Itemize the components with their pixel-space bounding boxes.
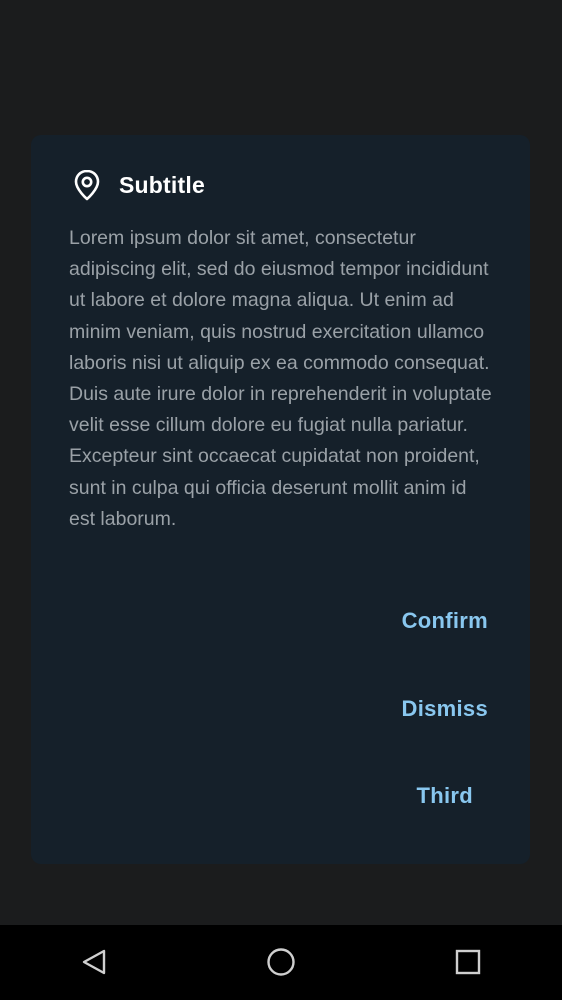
- third-button[interactable]: Third: [417, 783, 474, 809]
- location-pin-icon: [69, 167, 105, 203]
- home-circle-icon[interactable]: [263, 944, 299, 980]
- dismiss-button[interactable]: Dismiss: [402, 696, 488, 722]
- dialog-title: Subtitle: [119, 171, 205, 198]
- confirm-button[interactable]: Confirm: [402, 608, 488, 634]
- system-navigation-bar: [0, 925, 562, 1000]
- recents-square-icon[interactable]: [450, 944, 486, 980]
- dialog: Subtitle Lorem ipsum dolor sit amet, con…: [31, 135, 530, 864]
- dialog-body-text: Lorem ipsum dolor sit amet, consectetur …: [69, 227, 492, 530]
- dialog-header: Subtitle: [69, 167, 205, 203]
- back-triangle-icon[interactable]: [76, 944, 112, 980]
